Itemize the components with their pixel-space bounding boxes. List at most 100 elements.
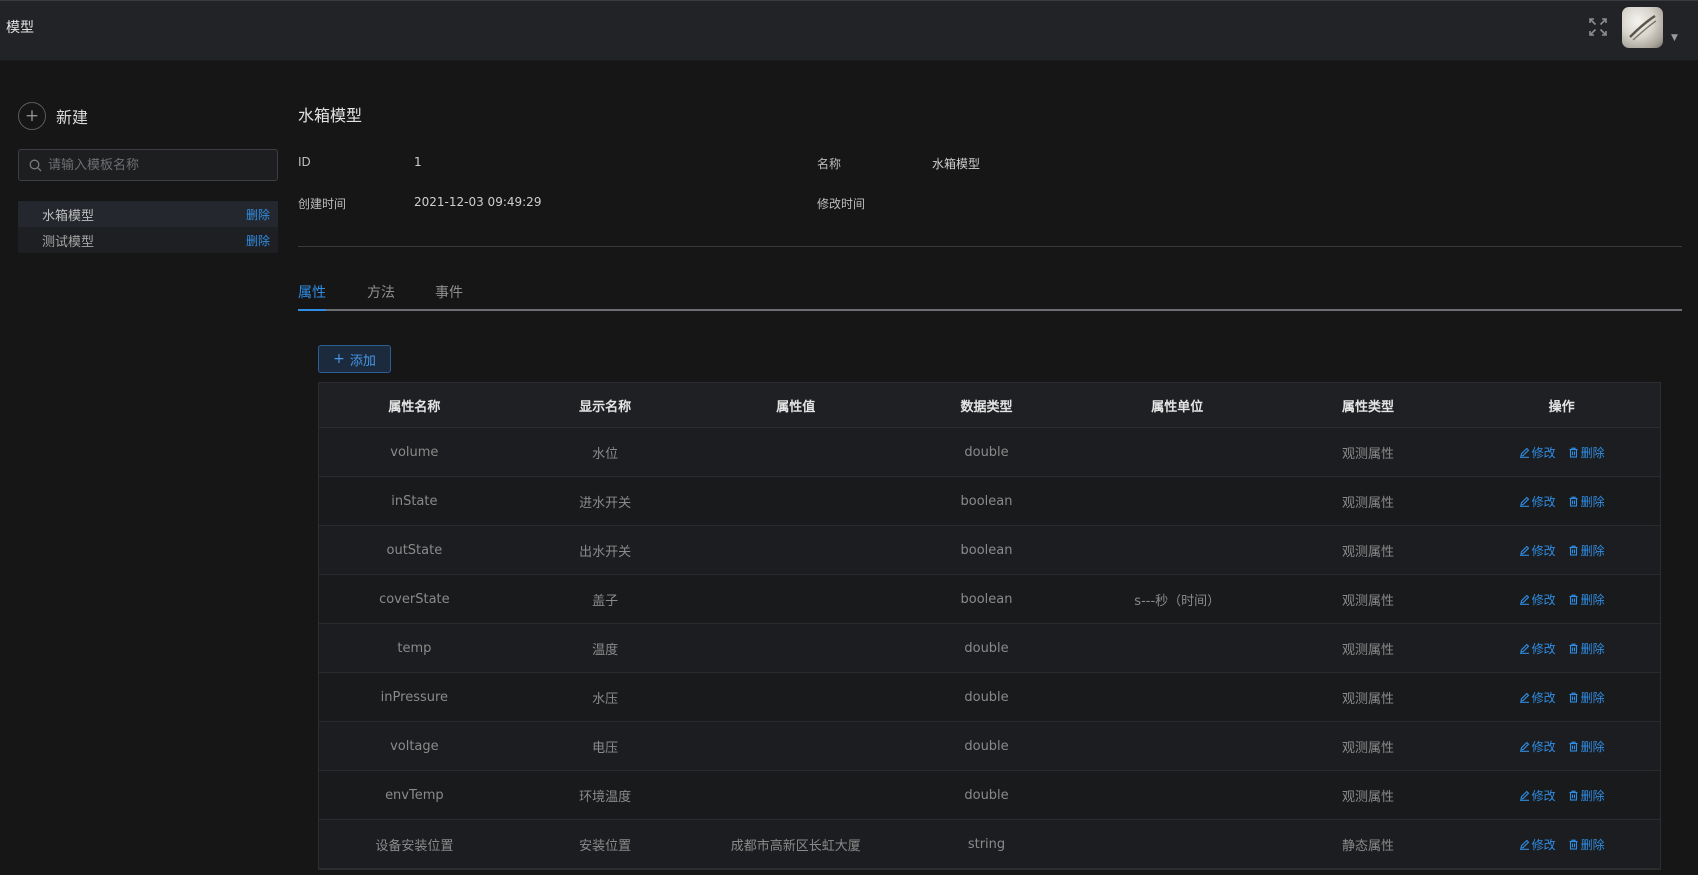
column-header: 显示名称 <box>579 399 632 415</box>
cell-unit <box>1082 477 1273 525</box>
cell-actions: 修改 删除 <box>1463 575 1660 623</box>
edit-button[interactable]: 修改 <box>1519 738 1556 755</box>
cell-property-value <box>700 428 891 476</box>
add-button-label: 添加 <box>349 353 376 369</box>
page-title: 模型 <box>6 20 34 36</box>
cell-display-name: 环境温度 <box>579 789 632 805</box>
trash-icon <box>1569 790 1578 801</box>
trash-icon <box>1569 545 1578 556</box>
table-row: envTemp 环境温度 double 观测属性 修改 删除 <box>319 771 1660 820</box>
trash-icon <box>1569 692 1578 703</box>
model-list: 水箱模型 删除 测试模型 删除 <box>18 201 278 253</box>
table-row: voltage 电压 double 观测属性 修改 删除 <box>319 722 1660 771</box>
edit-button[interactable]: 修改 <box>1519 444 1556 461</box>
edit-button[interactable]: 修改 <box>1519 542 1556 559</box>
edit-button[interactable]: 修改 <box>1519 836 1556 853</box>
model-item-label: 水箱模型 <box>42 208 95 224</box>
cell-property-value <box>700 624 891 672</box>
model-delete-link[interactable]: 删除 <box>246 206 270 223</box>
caret-down-icon[interactable]: ▼ <box>1671 33 1678 43</box>
cell-property-value <box>700 673 891 721</box>
plus-icon: + <box>333 351 345 367</box>
divider <box>298 246 1682 247</box>
cell-unit <box>1082 526 1273 574</box>
delete-label: 删除 <box>1580 690 1605 705</box>
fullscreen-icon[interactable] <box>1588 17 1608 37</box>
edit-icon <box>1519 594 1529 605</box>
cell-unit <box>1082 428 1273 476</box>
delete-button[interactable]: 删除 <box>1568 689 1605 706</box>
delete-button[interactable]: 删除 <box>1568 738 1605 755</box>
cell-unit <box>1082 771 1273 819</box>
edit-button[interactable]: 修改 <box>1519 493 1556 510</box>
model-delete-link[interactable]: 删除 <box>246 232 270 249</box>
trash-icon <box>1569 839 1578 850</box>
property-table: 属性名称 显示名称 属性值 数据类型 属性单位 属性类型 操作 volume 水位… <box>318 382 1661 870</box>
edit-button[interactable]: 修改 <box>1519 591 1556 608</box>
table-row: outState 出水开关 boolean 观测属性 修改 删除 <box>319 526 1660 575</box>
cell-property-type: 观测属性 <box>1341 446 1394 462</box>
cell-data-type: double <box>964 738 1009 754</box>
tab-properties[interactable]: 属性 <box>298 282 326 311</box>
model-search-box[interactable] <box>18 149 278 181</box>
model-item-water-tank[interactable]: 水箱模型 删除 <box>18 201 278 227</box>
cell-property-name: temp <box>397 640 432 656</box>
cell-actions: 修改 删除 <box>1463 673 1660 721</box>
cell-property-value <box>700 526 891 574</box>
column-header: 属性类型 <box>1341 399 1394 415</box>
cell-actions: 修改 删除 <box>1463 771 1660 819</box>
tab-methods[interactable]: 方法 <box>367 282 395 311</box>
cell-unit <box>1082 722 1273 770</box>
edit-label: 修改 <box>1531 739 1556 754</box>
table-row: coverState 盖子 boolean s---秒（时间） 观测属性 修改 删除 <box>319 575 1660 624</box>
edit-button[interactable]: 修改 <box>1519 689 1556 706</box>
edit-label: 修改 <box>1531 837 1556 852</box>
trash-icon <box>1569 594 1578 605</box>
delete-button[interactable]: 删除 <box>1568 542 1605 559</box>
model-item-test[interactable]: 测试模型 删除 <box>18 227 278 253</box>
table-row: inState 进水开关 boolean 观测属性 修改 删除 <box>319 477 1660 526</box>
edit-button[interactable]: 修改 <box>1519 787 1556 804</box>
delete-label: 删除 <box>1580 445 1605 460</box>
edit-label: 修改 <box>1531 445 1556 460</box>
created-time-label: 创建时间 <box>298 197 347 211</box>
edit-icon <box>1519 545 1529 556</box>
delete-button[interactable]: 删除 <box>1568 444 1605 461</box>
top-bar: 模型 ▼ <box>0 0 1698 61</box>
cell-data-type: string <box>967 836 1006 852</box>
cell-property-name: outState <box>386 542 443 558</box>
cell-property-value <box>700 722 891 770</box>
model-item-label: 测试模型 <box>42 234 95 250</box>
edit-icon <box>1519 839 1529 850</box>
cell-property-type: 观测属性 <box>1341 740 1394 756</box>
search-icon <box>29 159 42 171</box>
add-property-button[interactable]: + 添加 <box>318 345 391 373</box>
delete-button[interactable]: 删除 <box>1568 591 1605 608</box>
delete-button[interactable]: 删除 <box>1568 787 1605 804</box>
cell-unit <box>1082 820 1273 868</box>
delete-button[interactable]: 删除 <box>1568 640 1605 657</box>
cell-display-name: 水位 <box>592 446 619 462</box>
edit-icon <box>1519 496 1529 507</box>
cell-property-type: 静态属性 <box>1341 838 1394 854</box>
delete-button[interactable]: 删除 <box>1568 493 1605 510</box>
cell-data-type: double <box>964 444 1009 460</box>
model-search-input[interactable] <box>48 157 268 173</box>
cell-data-type: boolean <box>960 493 1013 509</box>
tab-events[interactable]: 事件 <box>435 282 463 311</box>
trash-icon <box>1569 447 1578 458</box>
cell-display-name: 出水开关 <box>579 544 632 560</box>
new-model-button[interactable]: + 新建 <box>18 102 88 130</box>
cell-property-value <box>700 575 891 623</box>
cell-property-name: coverState <box>379 591 450 607</box>
new-label: 新建 <box>56 108 89 127</box>
cell-display-name: 盖子 <box>592 593 619 609</box>
plus-icon: + <box>18 102 46 130</box>
edit-button[interactable]: 修改 <box>1519 640 1556 657</box>
user-avatar[interactable] <box>1622 7 1663 48</box>
cell-property-name: envTemp <box>385 787 444 803</box>
model-detail-title: 水箱模型 <box>298 106 363 125</box>
edit-label: 修改 <box>1531 788 1556 803</box>
delete-label: 删除 <box>1580 739 1605 754</box>
delete-button[interactable]: 删除 <box>1568 836 1605 853</box>
